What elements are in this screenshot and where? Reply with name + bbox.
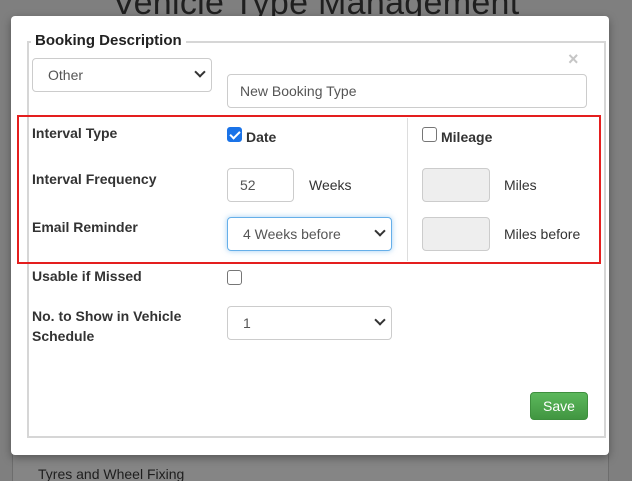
booking-type-placeholder: New Booking Type [240,83,357,99]
booking-description-modal: Booking Description × Other New Booking … [11,16,609,455]
chevron-down-icon [374,225,386,237]
chevron-down-icon [194,66,206,78]
show-in-schedule-label-line1: No. to Show in Vehicle [32,308,182,324]
category-select[interactable]: Other [32,58,212,92]
show-in-schedule-select[interactable]: 1 [227,306,392,340]
date-checkbox-label[interactable]: Date [246,129,276,145]
interval-type-label: Interval Type [32,125,118,141]
interval-frequency-input[interactable]: 52 [227,168,294,202]
mileage-checkbox-label[interactable]: Mileage [441,129,492,145]
close-icon[interactable]: × [568,50,582,68]
interval-frequency-value: 52 [240,177,256,193]
show-in-schedule-label-line2: Schedule [32,328,95,344]
category-select-value: Other [48,67,84,83]
email-reminder-select[interactable]: 4 Weeks before [227,217,392,251]
email-reminder-value: 4 Weeks before [243,226,341,242]
frequency-unit-label: Weeks [309,177,352,193]
miles-before-unit-label: Miles before [504,226,581,242]
date-checkbox[interactable] [227,127,242,142]
background-list-item: Tyres and Wheel Fixing [38,466,185,481]
mileage-checkbox[interactable] [422,127,437,142]
miles-unit-label: Miles [504,177,537,193]
save-button[interactable]: Save [530,392,588,420]
chevron-down-icon [374,314,386,326]
show-in-schedule-value: 1 [243,315,251,331]
usable-if-missed-checkbox[interactable] [227,270,242,285]
booking-type-input[interactable]: New Booking Type [227,74,587,108]
email-reminder-label: Email Reminder [32,219,138,235]
miles-before-input[interactable] [422,217,490,251]
usable-if-missed-label: Usable if Missed [32,268,142,284]
column-divider [407,118,408,261]
booking-description-legend: Booking Description [31,32,186,49]
mileage-frequency-input[interactable] [422,168,490,202]
interval-frequency-label: Interval Frequency [32,171,157,187]
